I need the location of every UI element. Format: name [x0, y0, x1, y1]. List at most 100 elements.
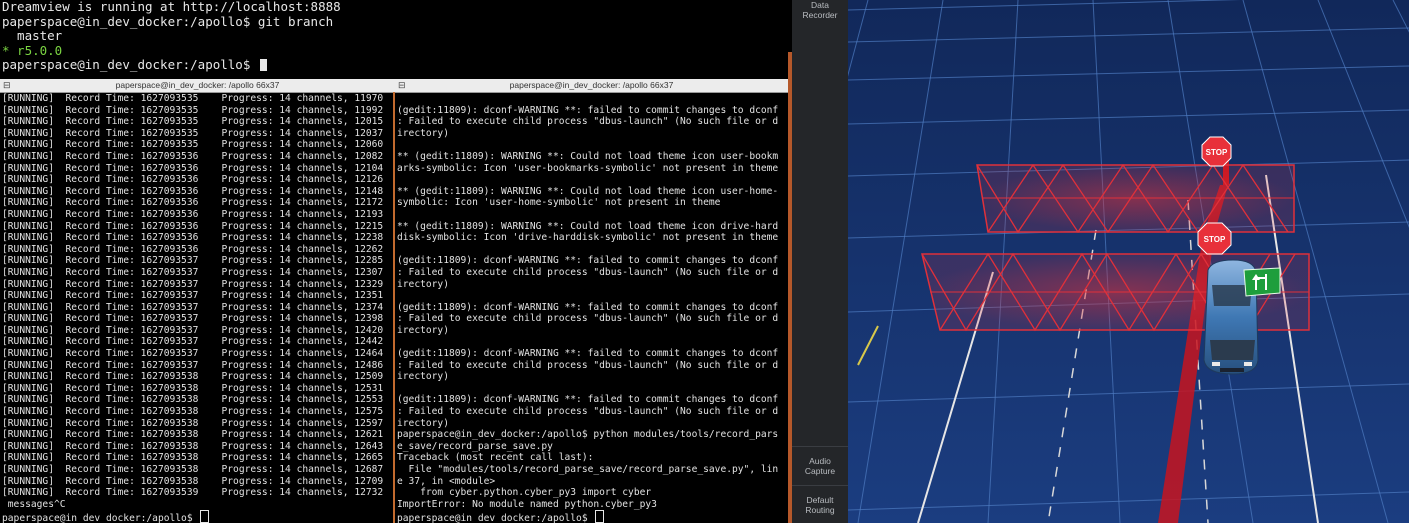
terminal-line: [RUNNING] Record Time: 1627093535 Progre…	[2, 93, 384, 104]
terminal-line: ** (gedit:11809): WARNING **: Could not …	[397, 150, 779, 162]
stop-sign-icon: STOP	[1197, 222, 1232, 255]
terminal-line: from cyber.python.cyber_py3 import cyber	[397, 487, 652, 499]
terminal-line: [RUNNING] Record Time: 1627093537 Progre…	[2, 313, 384, 325]
terminal-line: (gedit:11809): dconf-WARNING **: failed …	[397, 348, 779, 360]
terminal-line: [RUNNING] Record Time: 1627093538 Progre…	[2, 452, 384, 464]
terminal-line: [RUNNING] Record Time: 1627093536 Progre…	[2, 150, 384, 162]
terminal-line: [RUNNING] Record Time: 1627093536 Progre…	[2, 243, 384, 255]
terminal-output: [RUNNING] Record Time: 1627093535 Progre…	[0, 93, 395, 523]
terminal-line: ImportError: No module named python.cybe…	[397, 498, 657, 510]
terminal-line: [RUNNING] Record Time: 1627093535 Progre…	[2, 116, 384, 128]
terminal-line: (gedit:11809): dconf-WARNING **: failed …	[397, 255, 779, 267]
default-routing-button[interactable]: Default Routing	[792, 495, 848, 515]
terminal-line: [RUNNING] Record Time: 1627093536 Progre…	[2, 197, 384, 209]
terminal-line: File "modules/tools/record_parse_save/re…	[397, 464, 779, 475]
dreamview-3d-scene[interactable]: STOP STOP	[848, 0, 1409, 523]
terminal-prompt: paperspace@in_dev_docker:/apollo$	[397, 513, 594, 523]
terminal-line: [RUNNING] Record Time: 1627093537 Progre…	[2, 301, 384, 313]
terminal-line: symbolic: Icon 'user-home-symbolic' not …	[397, 197, 721, 209]
terminal-line: [RUNNING] Record Time: 1627093537 Progre…	[2, 255, 384, 267]
terminal-line: [RUNNING] Record Time: 1627093536 Progre…	[2, 220, 384, 232]
terminal-line: [RUNNING] Record Time: 1627093538 Progre…	[2, 475, 384, 487]
data-recorder-button[interactable]: Data Recorder	[792, 0, 848, 20]
pane-title-bar: ⊟ paperspace@in_dev_docker: /apollo 66x3…	[0, 79, 395, 93]
dreamview-side-menu: Data Recorder Audio Capture Default Rout…	[792, 0, 848, 523]
terminal-line: [RUNNING] Record Time: 1627093535 Progre…	[2, 139, 384, 151]
divider	[792, 485, 848, 486]
terminal-line: [RUNNING] Record Time: 1627093537 Progre…	[2, 290, 384, 302]
top-terminal[interactable]: Dreamview is running at http://localhost…	[0, 0, 790, 79]
terminal-line: [RUNNING] Record Time: 1627093536 Progre…	[2, 174, 384, 186]
terminal-line: irectory)	[397, 417, 449, 429]
turn-sign-icon	[1243, 267, 1281, 297]
stop-sign-icon: STOP	[1201, 136, 1232, 167]
terminal-line: ** (gedit:11809): WARNING **: Could not …	[397, 185, 779, 197]
terminal-line: (gedit:11809): dconf-WARNING **: failed …	[397, 394, 779, 406]
terminal-line: [RUNNING] Record Time: 1627093537 Progre…	[2, 266, 384, 278]
terminal-line: Traceback (most recent call last):	[397, 452, 594, 464]
terminal-line: [RUNNING] Record Time: 1627093537 Progre…	[2, 278, 384, 290]
terminal-line: [RUNNING] Record Time: 1627093536 Progre…	[2, 162, 384, 174]
terminal-line: (gedit:11809): dconf-WARNING **: failed …	[397, 301, 779, 313]
terminal-line: [RUNNING] Record Time: 1627093539 Progre…	[2, 487, 384, 499]
terminal-output: (gedit:11809): dconf-WARNING **: failed …	[395, 93, 788, 523]
terminal-pane-left[interactable]: ⊟ paperspace@in_dev_docker: /apollo 66x3…	[0, 79, 395, 523]
stop-fence-far	[976, 163, 1295, 234]
terminal-line: [RUNNING] Record Time: 1627093538 Progre…	[2, 440, 384, 452]
pane-title-bar: ⊟ paperspace@in_dev_docker: /apollo 66x3…	[395, 79, 788, 93]
terminal-line: [RUNNING] Record Time: 1627093537 Progre…	[2, 324, 384, 336]
terminal-prompt-line: paperspace@in_dev_docker:/apollo$	[397, 510, 788, 523]
terminal-line: master	[2, 28, 63, 43]
terminal-line: : Failed to execute child process "dbus-…	[397, 266, 779, 278]
terminal-line: [RUNNING] Record Time: 1627093537 Progre…	[2, 359, 384, 371]
terminal-line: [RUNNING] Record Time: 1627093537 Progre…	[2, 348, 384, 360]
terminal-line: : Failed to execute child process "dbus-…	[397, 313, 779, 325]
terminal-line-current-branch: * r5.0.0	[2, 42, 63, 58]
terminal-line: : Failed to execute child process "dbus-…	[397, 116, 779, 128]
terminal-line: messages^C	[2, 498, 66, 510]
terminal-line: [RUNNING] Record Time: 1627093538 Progre…	[2, 417, 384, 429]
terminal-prompt: paperspace@in_dev_docker:/apollo$	[2, 513, 199, 523]
terminal-line: paperspace@in_dev_docker:/apollo$ python…	[397, 429, 779, 441]
terminal-line: irectory)	[397, 127, 449, 139]
stop-sign-text: STOP	[1204, 235, 1226, 244]
terminal-line: [RUNNING] Record Time: 1627093538 Progre…	[2, 382, 384, 394]
terminal-line: : Failed to execute child process "dbus-…	[397, 359, 779, 371]
terminal-prompt: paperspace@in_dev_docker:/apollo$	[2, 57, 258, 72]
terminal-line: arks-symbolic: Icon 'user-bookmarks-symb…	[397, 162, 779, 174]
terminal-pane-right[interactable]: ⊟ paperspace@in_dev_docker: /apollo 66x3…	[395, 79, 788, 523]
terminal-line: [RUNNING] Record Time: 1627093536 Progre…	[2, 232, 384, 244]
default-routing-label: Default Routing	[805, 495, 835, 515]
pane-menu-icon[interactable]: ⊟	[3, 79, 11, 92]
terminal-line: [RUNNING] Record Time: 1627093537 Progre…	[2, 336, 384, 348]
terminal-line: ** (gedit:11809): WARNING **: Could not …	[397, 220, 779, 232]
terminal-line: [RUNNING] Record Time: 1627093536 Progre…	[2, 208, 384, 220]
terminal-line: irectory)	[397, 278, 449, 290]
terminal-line: [RUNNING] Record Time: 1627093535 Progre…	[2, 104, 384, 116]
terminal-line: paperspace@in_dev_docker:/apollo$ git br…	[2, 13, 334, 29]
pane-title: paperspace@in_dev_docker: /apollo 66x37	[509, 80, 674, 90]
pane-menu-icon[interactable]: ⊟	[398, 79, 406, 92]
terminal-line: [RUNNING] Record Time: 1627093538 Progre…	[2, 371, 384, 383]
terminal-line: irectory)	[397, 371, 449, 383]
terminal-cursor	[200, 510, 210, 523]
terminal-line: [RUNNING] Record Time: 1627093538 Progre…	[2, 464, 384, 475]
audio-capture-button[interactable]: Audio Capture	[792, 456, 848, 476]
data-recorder-label: Data Recorder	[802, 0, 838, 20]
terminal-line: e 37, in <module>	[397, 475, 496, 487]
terminal-prompt-line[interactable]: paperspace@in_dev_docker:/apollo$	[0, 57, 790, 73]
terminal-line: [RUNNING] Record Time: 1627093535 Progre…	[2, 127, 384, 139]
terminal-line: [RUNNING] Record Time: 1627093538 Progre…	[2, 406, 384, 418]
audio-capture-label: Audio Capture	[804, 456, 836, 476]
terminal-cursor	[595, 510, 605, 523]
terminal-line: disk-symbolic: Icon 'drive-harddisk-symb…	[397, 232, 779, 244]
stop-sign-text: STOP	[1206, 148, 1228, 157]
